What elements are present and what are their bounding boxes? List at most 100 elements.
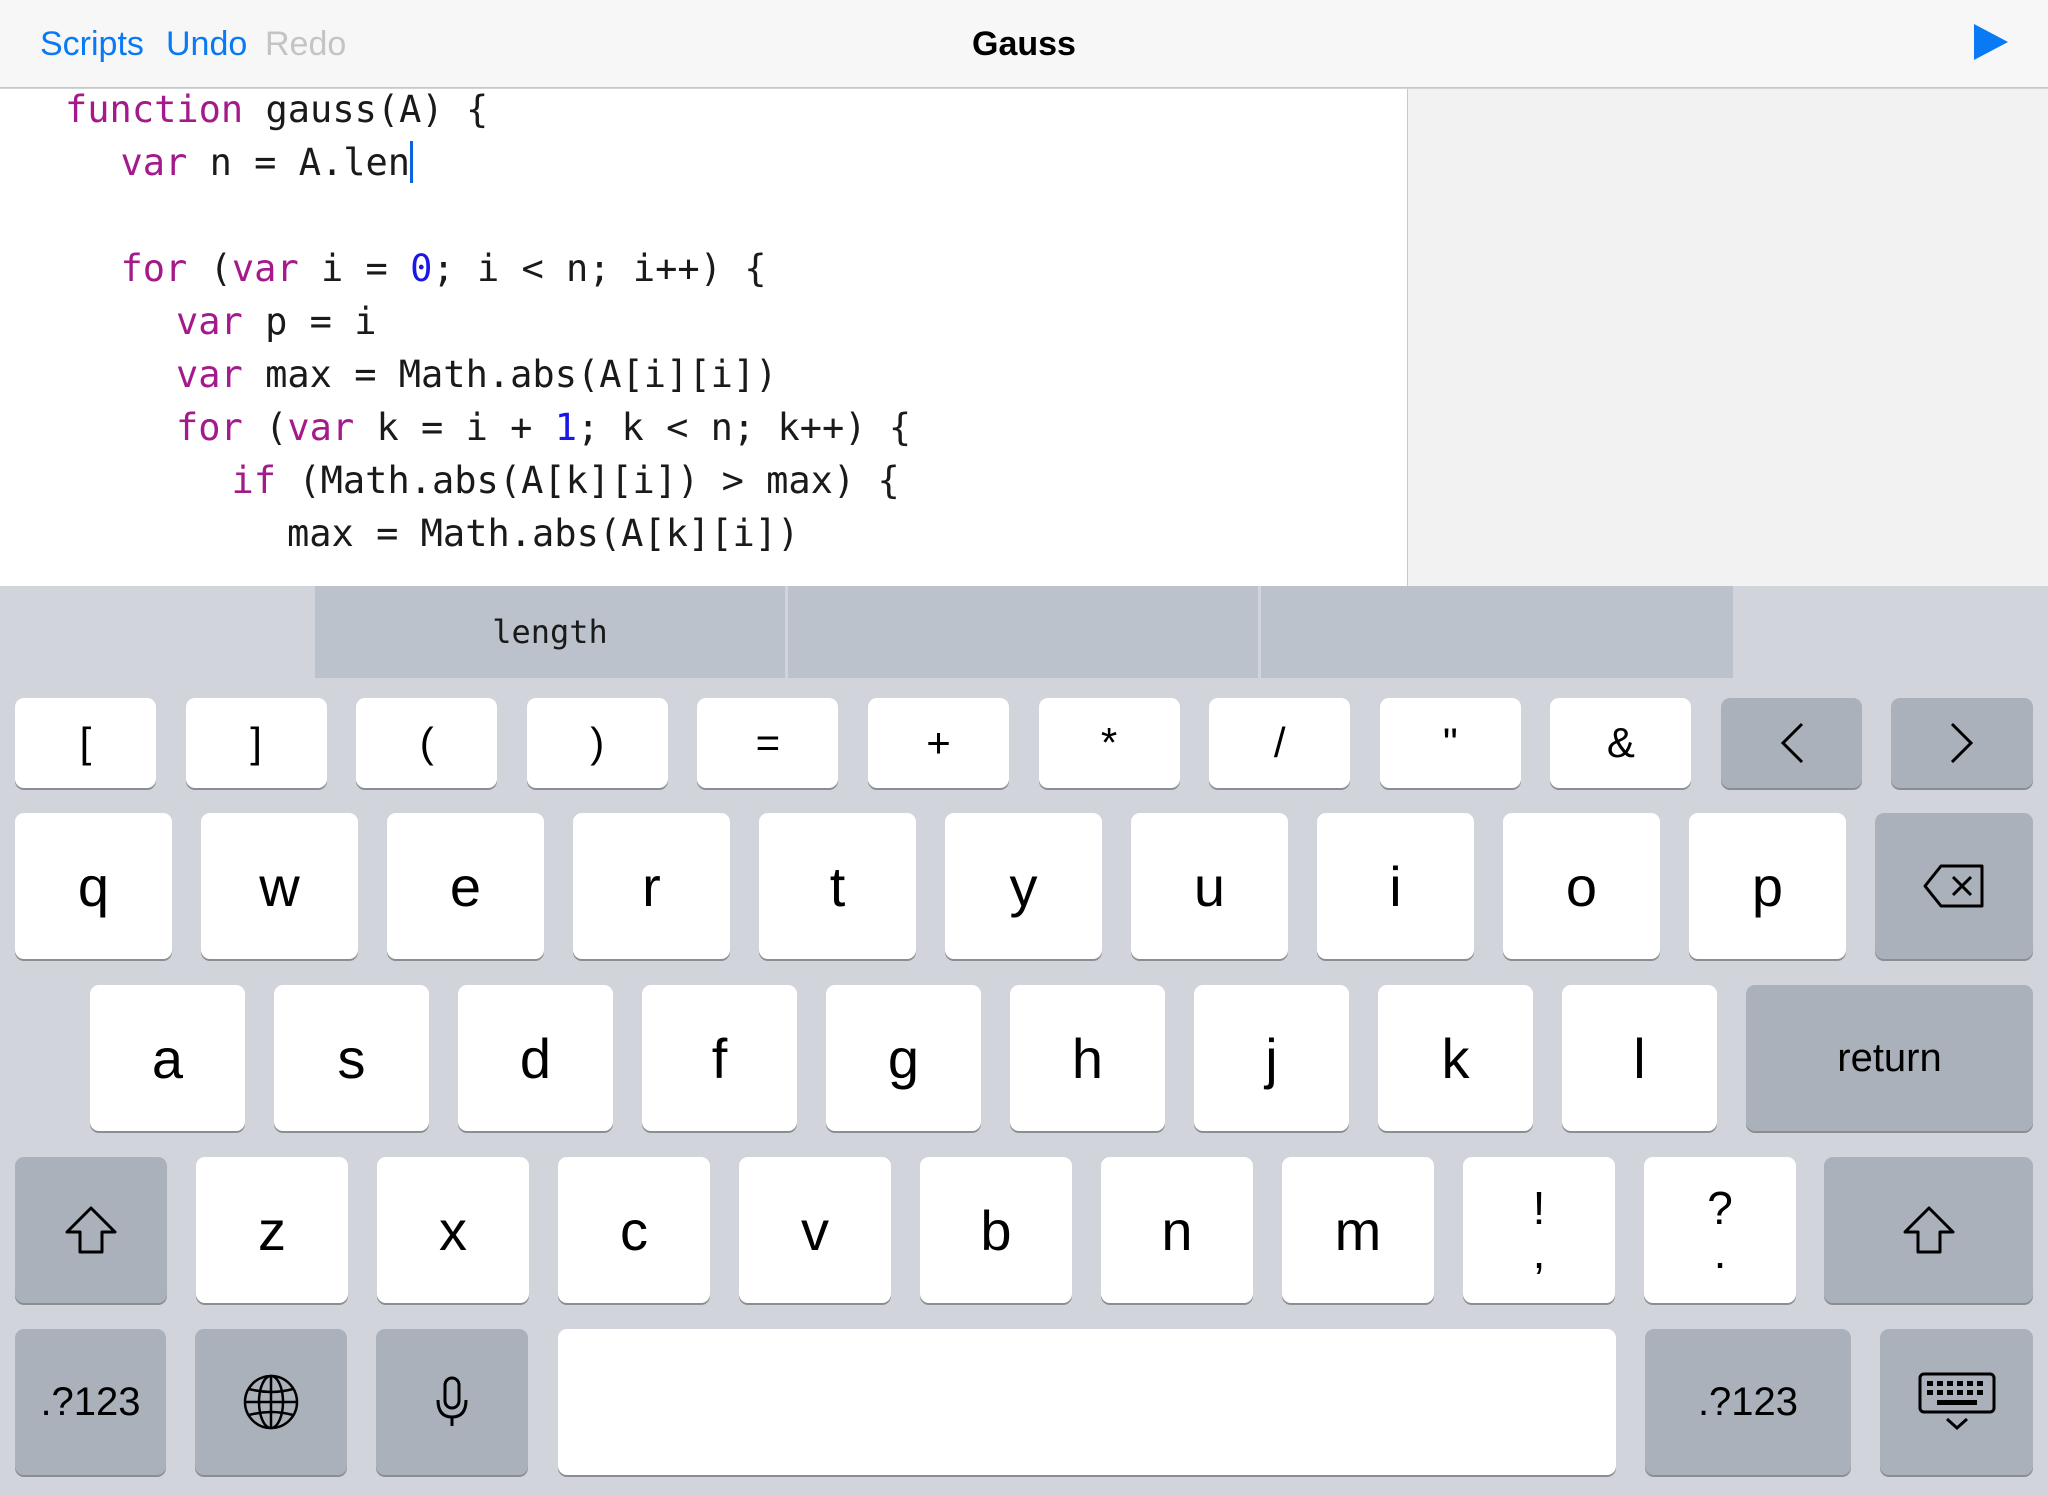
- symbol-key-label: ": [1442, 719, 1458, 766]
- globe-icon: [242, 1373, 300, 1431]
- backspace-icon: [1922, 863, 1986, 909]
- suggestion-2[interactable]: [788, 586, 1258, 678]
- key-h[interactable]: h: [1010, 985, 1165, 1131]
- redo-button[interactable]: Redo: [265, 22, 346, 66]
- keyboard-dismiss-icon: [1917, 1371, 1997, 1433]
- key-r[interactable]: r: [573, 813, 730, 959]
- keyword-token: var: [120, 141, 188, 184]
- suggestion-1[interactable]: length: [315, 586, 785, 678]
- keyword-token: var: [176, 300, 243, 343]
- shift-left-key[interactable]: [15, 1157, 167, 1303]
- key-g[interactable]: g: [826, 985, 981, 1131]
- key-q[interactable]: q: [15, 813, 172, 959]
- play-icon[interactable]: [1972, 22, 2010, 62]
- symbol-key[interactable]: ): [526, 698, 668, 788]
- suggestion-3[interactable]: [1261, 586, 1733, 678]
- dismiss-keyboard-key[interactable]: [1880, 1329, 2033, 1475]
- text-caret: [410, 141, 414, 183]
- numbers-key-right[interactable]: .?123: [1645, 1329, 1851, 1475]
- key-k[interactable]: k: [1378, 985, 1533, 1131]
- key-a[interactable]: a: [90, 985, 245, 1131]
- key-x[interactable]: x: [377, 1157, 529, 1303]
- key-o-label: o: [1565, 854, 1598, 918]
- key-i[interactable]: i: [1317, 813, 1474, 959]
- key-n-label: n: [1161, 1198, 1193, 1262]
- symbol-key[interactable]: &: [1550, 698, 1692, 788]
- keyword-token: var: [231, 247, 299, 290]
- globe-key[interactable]: [195, 1329, 347, 1475]
- key-j[interactable]: j: [1194, 985, 1349, 1131]
- keyword-token: if: [231, 459, 277, 502]
- key-l[interactable]: l: [1562, 985, 1717, 1131]
- key-t[interactable]: t: [759, 813, 916, 959]
- code-token: ; k < n; k++) {: [576, 406, 912, 449]
- key-y-label: y: [1009, 854, 1038, 918]
- key-a-label: a: [151, 1026, 184, 1090]
- keyword-token: function: [65, 89, 244, 131]
- key-r-label: r: [642, 854, 661, 918]
- numbers-key-left[interactable]: .?123: [15, 1329, 166, 1475]
- cursor-left-key[interactable]: [1721, 698, 1862, 788]
- key-o[interactable]: o: [1503, 813, 1660, 959]
- undo-button[interactable]: Undo: [166, 22, 247, 66]
- key-v-label: v: [801, 1198, 829, 1262]
- code-token: max = Math.abs(A[i][i]): [242, 353, 778, 396]
- key-e[interactable]: e: [387, 813, 544, 959]
- key-f-label: f: [711, 1026, 728, 1090]
- microphone-icon: [434, 1375, 470, 1429]
- delete-key[interactable]: [1875, 813, 2033, 959]
- punctuation-bottom-label: .: [1713, 1226, 1727, 1278]
- key-c-label: c: [620, 1198, 648, 1262]
- symbol-key-label: ]: [250, 719, 262, 766]
- symbol-key[interactable]: (: [356, 698, 498, 788]
- scripts-button[interactable]: Scripts: [40, 22, 144, 66]
- key-s[interactable]: s: [274, 985, 429, 1131]
- key-p-label: p: [1751, 854, 1784, 918]
- app: Scripts Undo Redo Gauss function gauss(A…: [0, 0, 2048, 1496]
- key-j-label: j: [1265, 1026, 1278, 1090]
- space-key[interactable]: [558, 1329, 1616, 1475]
- key-w[interactable]: w: [201, 813, 358, 959]
- symbol-key[interactable]: +: [868, 698, 1009, 788]
- key-u[interactable]: u: [1131, 813, 1288, 959]
- keyword-token: var: [287, 406, 355, 449]
- cursor-right-key[interactable]: [1891, 698, 2033, 788]
- symbol-key[interactable]: [: [15, 698, 156, 788]
- key-d[interactable]: d: [458, 985, 613, 1131]
- key-v[interactable]: v: [739, 1157, 891, 1303]
- key-w-label: w: [259, 854, 300, 918]
- key-n[interactable]: n: [1101, 1157, 1253, 1303]
- code-token: k = i +: [354, 406, 555, 449]
- code-line: var n = A.len: [121, 137, 414, 189]
- key-y[interactable]: y: [945, 813, 1102, 959]
- symbol-key-label: [: [79, 719, 92, 766]
- chevron-right-icon: [1948, 721, 1976, 765]
- key-z-label: z: [258, 1198, 286, 1262]
- shift-right-key[interactable]: [1824, 1157, 2033, 1303]
- number-token: 1: [554, 406, 577, 449]
- code-token: n = A.len: [187, 141, 411, 184]
- key-f[interactable]: f: [642, 985, 797, 1131]
- key-m[interactable]: m: [1282, 1157, 1434, 1303]
- symbol-key[interactable]: *: [1038, 698, 1180, 788]
- key-p[interactable]: p: [1689, 813, 1846, 959]
- dictation-key[interactable]: [376, 1329, 528, 1475]
- code-line: if (Math.abs(A[k][i]) > max) {: [232, 455, 900, 507]
- symbol-key-label: ): [590, 719, 605, 766]
- key-t-label: t: [829, 854, 846, 918]
- code-editor[interactable]: function gauss(A) {var n = A.len for (var…: [0, 89, 1407, 586]
- return-key[interactable]: return: [1746, 985, 2033, 1131]
- symbol-key[interactable]: ]: [185, 698, 327, 788]
- symbol-key-label: (: [419, 719, 434, 766]
- punctuation-key[interactable]: !,: [1463, 1157, 1615, 1303]
- code-line: for (var k = i + 1; k < n; k++) {: [176, 402, 911, 454]
- key-z[interactable]: z: [196, 1157, 348, 1303]
- punctuation-key[interactable]: ?.: [1644, 1157, 1796, 1303]
- symbol-key[interactable]: /: [1209, 698, 1351, 788]
- punctuation-bottom-label: ,: [1532, 1226, 1546, 1278]
- symbol-key[interactable]: =: [697, 698, 839, 788]
- symbol-key[interactable]: ": [1379, 698, 1521, 788]
- key-b[interactable]: b: [920, 1157, 1072, 1303]
- key-u-label: u: [1193, 854, 1226, 918]
- key-c[interactable]: c: [558, 1157, 710, 1303]
